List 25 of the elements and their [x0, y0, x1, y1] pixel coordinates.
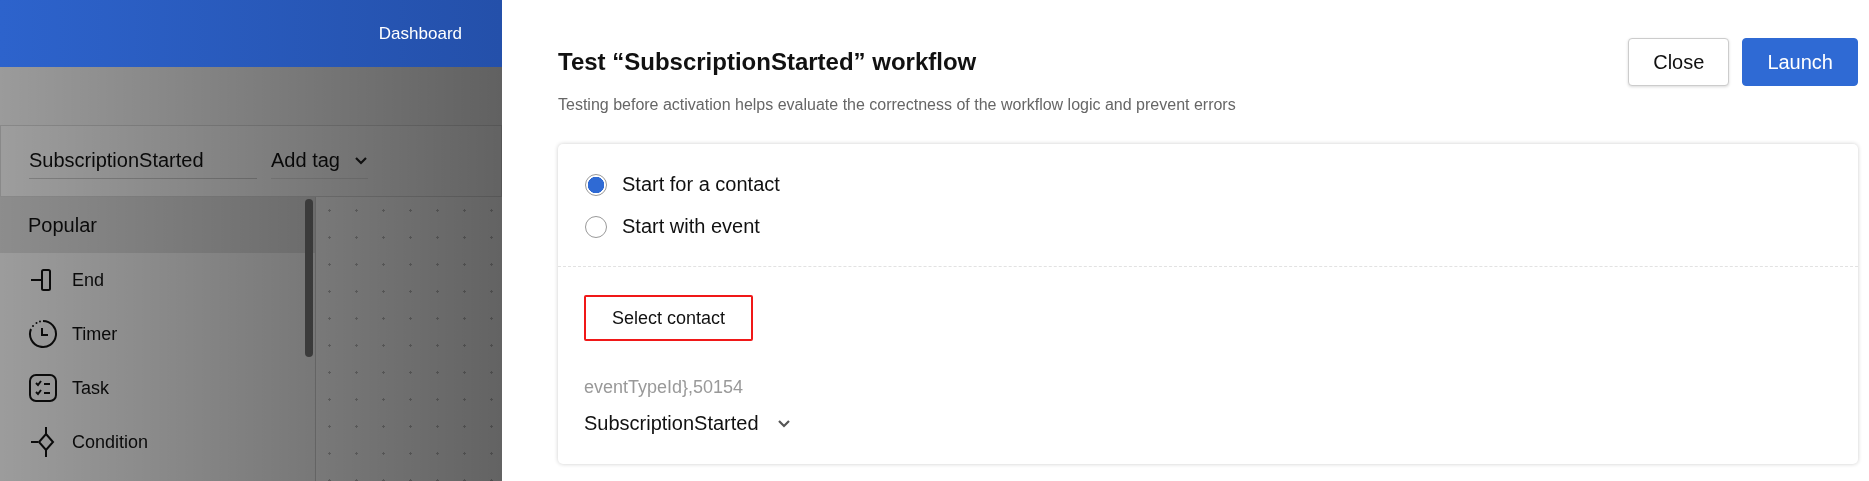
- workflow-name-field[interactable]: SubscriptionStarted: [29, 143, 257, 179]
- modal-backdrop[interactable]: [0, 67, 502, 481]
- add-tag-dropdown[interactable]: Add tag: [271, 143, 368, 179]
- scrollbar-thumb[interactable]: [305, 199, 313, 357]
- timer-icon: [28, 319, 58, 349]
- field-label: eventTypeId},50154: [584, 377, 744, 398]
- event-dropdown[interactable]: SubscriptionStarted: [584, 412, 791, 435]
- palette-item-label[interactable]: Condition: [72, 431, 149, 453]
- radio-button[interactable]: [585, 173, 607, 196]
- radio-button[interactable]: [585, 215, 607, 238]
- palette-item-label[interactable]: Timer: [72, 323, 118, 345]
- drawer-subtitle: Testing before activation helps evaluate the correctness of the workflow logic and prevent errors: [558, 96, 1236, 114]
- radio-label[interactable]: Start with event: [622, 215, 760, 238]
- select-contact-button[interactable]: Select contact: [584, 295, 754, 341]
- drawer-title: Test “SubscriptionStarted” workflow: [558, 48, 978, 76]
- caret-icon: [353, 156, 368, 165]
- caret-icon: [776, 419, 791, 428]
- checklist-icon: [28, 373, 58, 403]
- close-button[interactable]: Close: [1628, 38, 1730, 86]
- palette-item-label[interactable]: Task: [72, 377, 109, 399]
- radio-label[interactable]: Start for a contact: [622, 173, 780, 196]
- nav-link[interactable]: Dashboard: [378, 23, 462, 44]
- palette-group-header[interactable]: Popular: [0, 197, 315, 253]
- launch-button[interactable]: Launch: [1742, 38, 1858, 86]
- palette-item-label[interactable]: End: [72, 269, 105, 291]
